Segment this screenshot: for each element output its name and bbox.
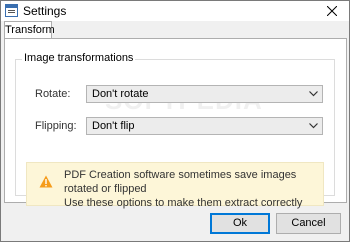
close-icon (327, 6, 337, 16)
chevron-down-icon (309, 91, 318, 97)
flipping-select[interactable]: Don't flip (86, 117, 323, 135)
cancel-button[interactable]: Cancel (276, 213, 341, 234)
chevron-down-icon (309, 123, 318, 129)
settings-window-icon (5, 4, 18, 17)
flipping-select-value: Don't flip (92, 120, 135, 132)
settings-window: Settings Transform SOFTPEDIA Image trans… (0, 0, 350, 242)
group-title: Image transformations (22, 52, 136, 64)
tab-transform[interactable]: Transform (4, 21, 55, 39)
tab-panel-transform: SOFTPEDIA Image transformations Rotate: … (4, 38, 347, 209)
close-button[interactable] (315, 1, 349, 21)
warning-line-2: Use these options to make them extract c… (64, 197, 303, 209)
rotate-label: Rotate: (35, 88, 71, 100)
rotate-select-value: Don't rotate (92, 88, 149, 100)
warning-box: PDF Creation software sometimes save ima… (26, 162, 324, 209)
warning-line-1: PDF Creation software sometimes save ima… (64, 169, 297, 195)
ok-button[interactable]: Ok (210, 213, 270, 234)
window-title: Settings (23, 4, 67, 18)
rotate-select[interactable]: Don't rotate (86, 85, 323, 103)
warning-icon (39, 175, 53, 188)
title-bar: Settings (1, 1, 349, 21)
warning-text: PDF Creation software sometimes save ima… (64, 168, 323, 210)
tab-bar: Transform (1, 21, 349, 39)
flipping-label: Flipping: (35, 120, 77, 132)
image-transformations-group: Image transformations Rotate: Don't rota… (15, 52, 335, 209)
